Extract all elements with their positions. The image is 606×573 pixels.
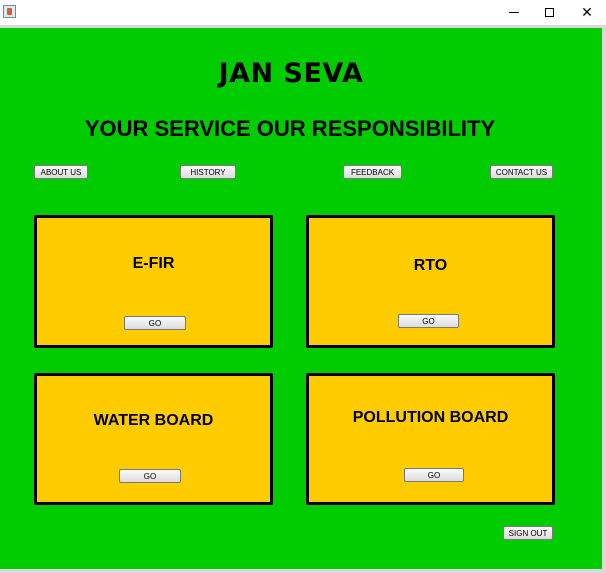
window-frame-bottom [0,569,606,573]
pollution-board-title: POLLUTION BOARD [352,409,509,426]
rto-title: RTO [413,257,448,274]
efir-go-button[interactable]: GO [124,316,186,330]
feedback-button[interactable]: FEEDBACK [343,165,402,179]
pollution-board-go-button[interactable]: GO [404,468,464,482]
window-frame-right [602,28,606,573]
rto-card: RTO GO [306,215,555,348]
sign-out-button[interactable]: SIGN OUT [503,526,553,540]
maximize-icon [544,8,554,17]
water-board-card: WATER BOARD GO [34,373,273,505]
efir-card: E-FIR GO [34,215,273,348]
window-title-bar: ✕ [0,0,606,25]
about-us-button[interactable]: ABOUT US [34,165,88,179]
tagline: YOUR SERVICE OUR RESPONSIBILITY [84,116,496,141]
maximize-button[interactable] [530,0,568,25]
water-board-title: WATER BOARD [93,412,214,429]
pollution-board-card: POLLUTION BOARD GO [306,373,555,505]
close-icon: ✕ [581,4,593,21]
contact-us-button[interactable]: CONTACT US [490,165,553,179]
close-button[interactable]: ✕ [568,0,606,25]
app-title: JAN SEVA [218,58,364,89]
history-button[interactable]: HISTORY [180,165,236,179]
minimize-icon [509,12,519,13]
minimize-button[interactable] [495,0,533,25]
main-panel: JAN SEVA YOUR SERVICE OUR RESPONSIBILITY… [0,28,602,569]
efir-title: E-FIR [132,255,175,272]
rto-go-button[interactable]: GO [398,314,459,328]
java-app-icon [3,5,16,18]
water-board-go-button[interactable]: GO [119,469,181,483]
